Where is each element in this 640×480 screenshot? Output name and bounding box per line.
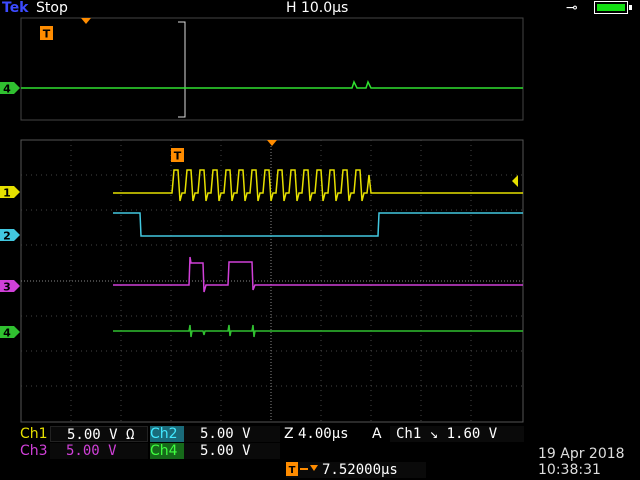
ch1-ground-marker[interactable]: 1 xyxy=(0,186,20,200)
ch1-scale[interactable]: 5.00 V Ω xyxy=(50,426,148,443)
time-readout: 10:38:31 xyxy=(538,462,601,478)
svg-text:1: 1 xyxy=(3,187,11,200)
ch3-label[interactable]: Ch3 xyxy=(20,443,48,459)
falling-edge-icon: ↘ xyxy=(429,426,439,442)
ch1-label[interactable]: Ch1 xyxy=(20,426,48,442)
main-graticule xyxy=(20,139,524,423)
trigger-source: Ch1 xyxy=(396,426,422,442)
scope-display: T 4 T 1 2 3 4 xyxy=(0,17,524,423)
trigger-position-readout[interactable]: T 7.52000µs xyxy=(286,462,426,478)
svg-text:T: T xyxy=(43,28,51,41)
ch4-ground-marker[interactable]: 4 xyxy=(0,326,20,340)
svg-text:2: 2 xyxy=(3,230,11,243)
date-readout: 19 Apr 2018 xyxy=(538,446,625,462)
svg-text:3: 3 xyxy=(3,281,11,294)
ch2-scale[interactable]: 5.00 V xyxy=(184,426,280,442)
svg-text:T: T xyxy=(174,150,182,163)
trigger-mode: A xyxy=(372,426,382,442)
trigger-t-marker-main: T xyxy=(171,148,184,163)
ch2-ground-marker[interactable]: 2 xyxy=(0,229,20,243)
ch3-scale[interactable]: 5.00 V xyxy=(50,443,148,459)
svg-text:4: 4 xyxy=(3,83,11,96)
ch4-scale[interactable]: 5.00 V xyxy=(184,443,280,459)
overview-ch4-marker: 4 xyxy=(0,82,20,96)
ch4-label[interactable]: Ch4 xyxy=(150,443,184,459)
trigger-settings[interactable]: Ch1 ↘ 1.60 V xyxy=(390,426,524,442)
svg-text:T: T xyxy=(289,465,296,476)
ch2-label[interactable]: Ch2 xyxy=(150,426,184,442)
zoom-label: Z xyxy=(284,426,294,442)
svg-text:4: 4 xyxy=(3,327,11,340)
trigger-position-icon: T xyxy=(286,462,322,478)
trigger-level: 1.60 V xyxy=(446,426,498,442)
record-overview[interactable]: T 4 xyxy=(0,17,524,121)
ch3-ground-marker[interactable]: 3 xyxy=(0,280,20,294)
zoom-scale[interactable]: 4.00µs xyxy=(298,426,349,442)
